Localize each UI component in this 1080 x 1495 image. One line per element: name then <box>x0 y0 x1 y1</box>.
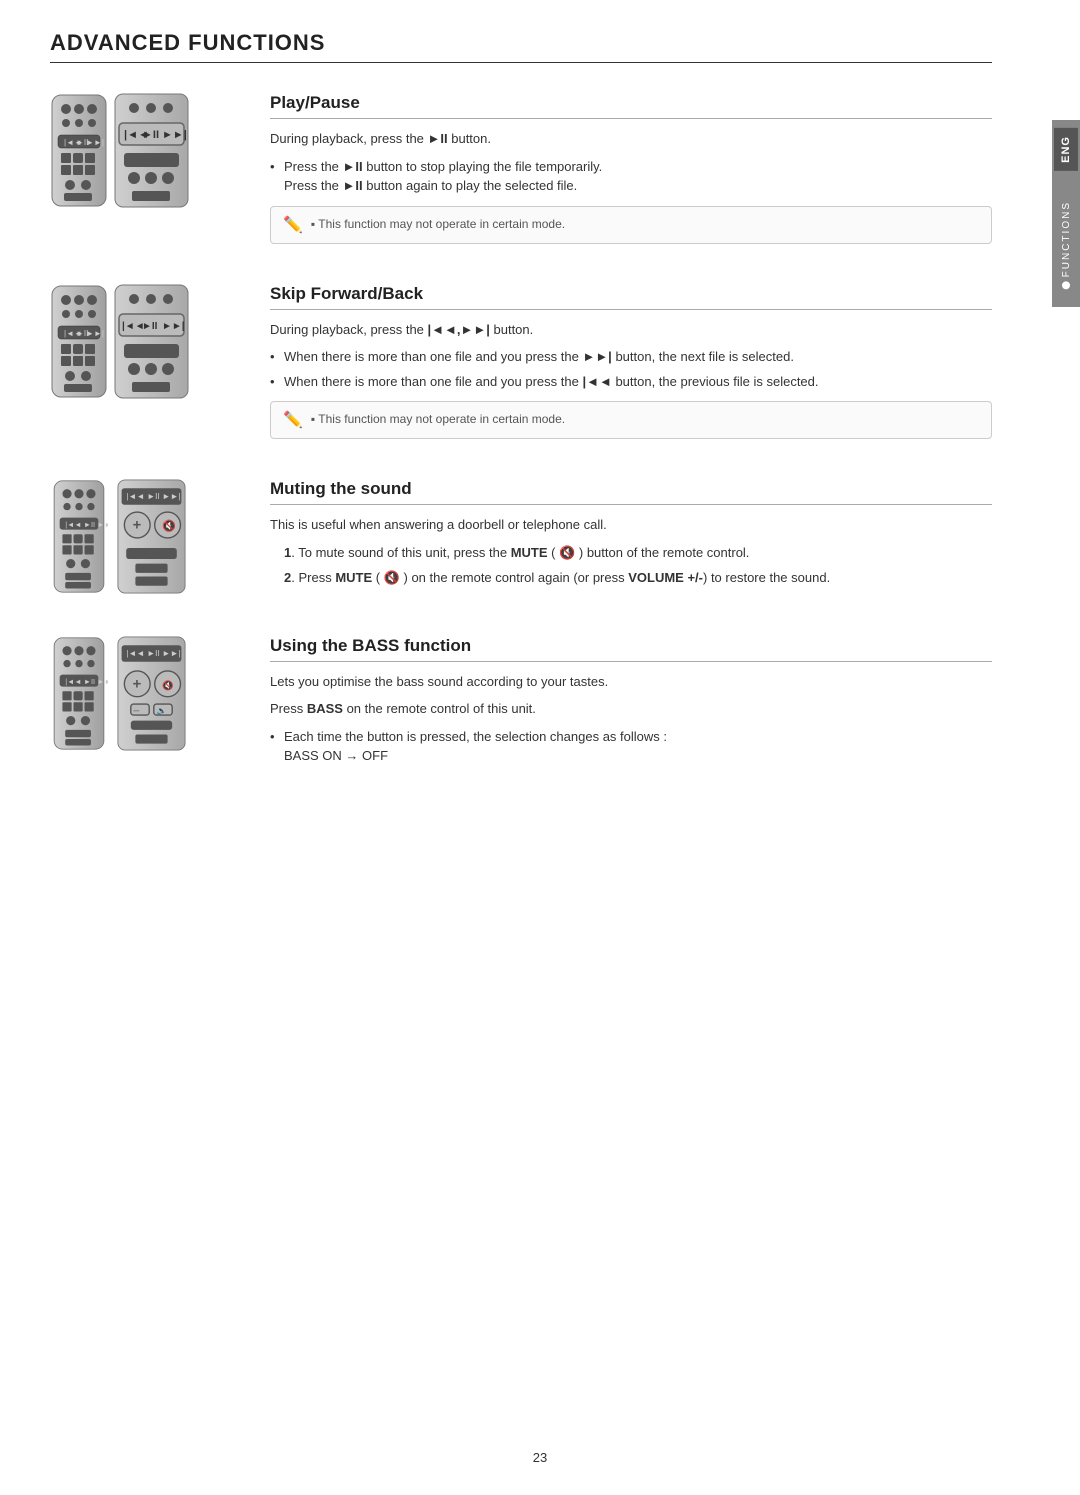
page-content: ADVANCED FUNCTIONS <box>0 0 1052 856</box>
skip-intro: During playback, press the |◄◄,►►| butto… <box>270 320 992 340</box>
svg-text:+: + <box>133 676 142 692</box>
mute-intro: This is useful when answering a doorbell… <box>270 515 992 535</box>
skip-note: ✏️ ▪ This function may not operate in ce… <box>270 401 992 439</box>
svg-text:|◄◄ ►II ►►|: |◄◄ ►II ►►| <box>126 492 180 501</box>
remote-container-4: |◄◄ ►II ►►| <box>50 636 240 776</box>
note-icon-2: ✏️ <box>283 410 303 430</box>
bullet-item: Press the ►II button to stop playing the… <box>270 157 992 196</box>
play-pause-title: Play/Pause <box>270 93 992 119</box>
side-tab: ENG FUNCTIONS <box>1052 120 1080 307</box>
svg-text:►►|: ►►| <box>86 329 104 338</box>
svg-text:►►|: ►►| <box>162 129 187 141</box>
svg-text:►►|: ►►| <box>162 321 185 332</box>
remote-small-2: |◄◄ ►II ►►| <box>50 284 108 399</box>
remote-small-4: |◄◄ ►II ►►| <box>50 636 108 751</box>
skip-content: Skip Forward/Back During playback, press… <box>270 284 992 440</box>
section-bass: |◄◄ ►II ►►| <box>50 636 992 776</box>
mute-title: Muting the sound <box>270 479 992 505</box>
svg-text:►►|: ►►| <box>86 138 104 147</box>
numbered-item-1: 1. To mute sound of this unit, press the… <box>270 543 992 563</box>
mute-content: Muting the sound This is useful when ans… <box>270 479 992 596</box>
svg-text:►II: ►II <box>142 129 159 141</box>
remote-small-3: |◄◄ ►II ►►| <box>50 479 108 594</box>
section-mute: |◄◄ ►II ►►| <box>50 479 992 596</box>
bass-intro-2: Press BASS on the remote control of this… <box>270 699 992 719</box>
section-skip: |◄◄ ►II ►►| <box>50 284 992 440</box>
section-play-pause: |◄◄ ►II ►►| <box>50 93 992 244</box>
lang-label: ENG <box>1054 128 1078 171</box>
svg-text:|◄◄ ►II ►►|: |◄◄ ►II ►►| <box>65 520 108 529</box>
svg-text:+: + <box>133 518 142 534</box>
remote-large-1: |◄◄ ►II ►►| <box>114 93 189 208</box>
page-title: ADVANCED FUNCTIONS <box>50 30 992 63</box>
note-icon: ✏️ <box>283 215 303 235</box>
functions-label: FUNCTIONS <box>1055 191 1078 299</box>
bullet-item-bass: Each time the button is pressed, the sel… <box>270 727 992 766</box>
remote-large-4: |◄◄ ►II ►►| + 🔇 ─ 🔈 <box>114 636 189 751</box>
page-number: 23 <box>533 1450 547 1465</box>
mute-numbered: 1. To mute sound of this unit, press the… <box>270 543 992 588</box>
svg-text:|◄◄ ►II ►►|: |◄◄ ►II ►►| <box>126 649 180 658</box>
remote-container-3: |◄◄ ►II ►►| <box>50 479 240 596</box>
svg-text:─: ─ <box>133 706 140 715</box>
svg-text:🔈: 🔈 <box>157 706 167 716</box>
svg-text:►II: ►II <box>142 321 158 332</box>
remote-small-1: |◄◄ ►II ►►| <box>50 93 108 208</box>
remote-large-2: |◄◄ ►II ►►| <box>114 284 189 399</box>
bass-intro-1: Lets you optimise the bass sound accordi… <box>270 672 992 692</box>
skip-bullets: When there is more than one file and you… <box>270 347 992 391</box>
bullet-item: When there is more than one file and you… <box>270 347 992 367</box>
play-pause-note: ✏️ ▪ This function may not operate in ce… <box>270 206 992 244</box>
svg-text:|◄◄ ►II ►►|: |◄◄ ►II ►►| <box>65 676 108 685</box>
play-pause-bullets: Press the ►II button to stop playing the… <box>270 157 992 196</box>
remote-container-1: |◄◄ ►II ►►| <box>50 93 240 244</box>
functions-dot <box>1062 281 1070 289</box>
bass-bullets: Each time the button is pressed, the sel… <box>270 727 992 766</box>
bullet-item: When there is more than one file and you… <box>270 372 992 392</box>
svg-text:🔇: 🔇 <box>162 679 173 691</box>
bass-content: Using the BASS function Lets you optimis… <box>270 636 992 776</box>
numbered-item-2: 2. Press MUTE ( 🔇 ) on the remote contro… <box>270 568 992 588</box>
bass-title: Using the BASS function <box>270 636 992 662</box>
skip-title: Skip Forward/Back <box>270 284 992 310</box>
note-text: ▪ This function may not operate in certa… <box>311 215 565 233</box>
play-pause-intro: During playback, press the ►II button. <box>270 129 992 149</box>
note-text-2: ▪ This function may not operate in certa… <box>311 410 565 428</box>
svg-text:🔇: 🔇 <box>162 519 176 533</box>
remote-large-3: |◄◄ ►II ►►| + 🔇 <box>114 479 189 594</box>
remote-container-2: |◄◄ ►II ►►| <box>50 284 240 440</box>
play-pause-content: Play/Pause During playback, press the ►I… <box>270 93 992 244</box>
